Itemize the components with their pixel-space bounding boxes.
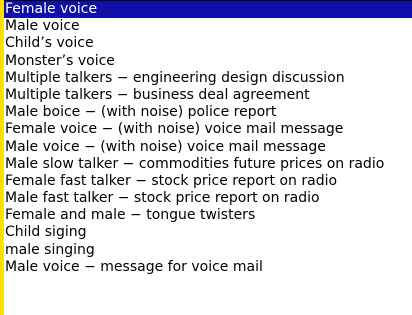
list-item[interactable]: male singing <box>4 242 412 259</box>
list-item[interactable]: Male fast talker − stock price report on… <box>4 190 412 207</box>
list-item-selected[interactable]: Female voice <box>4 1 412 19</box>
list-item[interactable]: Male slow talker − commodities future pr… <box>4 156 412 173</box>
list-item[interactable]: Multiple talkers − engineering design di… <box>4 70 412 87</box>
list-item[interactable]: Male voice − (with noise) voice mail mes… <box>4 139 412 156</box>
list-item[interactable]: Male boice − (with noise) police report <box>4 104 412 121</box>
list-item[interactable]: Male voice − message for voice mail <box>4 259 412 276</box>
list-item[interactable]: Multiple talkers − business deal agreeme… <box>4 87 412 104</box>
list-item[interactable]: Child siging <box>4 224 412 241</box>
list-item[interactable]: Child’s voice <box>4 35 412 52</box>
list-item[interactable]: Monster’s voice <box>4 53 412 70</box>
list-item[interactable]: Female and male − tongue twisters <box>4 207 412 224</box>
voice-sample-listbox[interactable]: Female voice Male voice Child’s voice Mo… <box>4 0 412 315</box>
list-item[interactable]: Female voice − (with noise) voice mail m… <box>4 121 412 138</box>
window-frame: Female voice Male voice Child’s voice Mo… <box>0 0 412 315</box>
list-item[interactable]: Female fast talker − stock price report … <box>4 173 412 190</box>
list-item[interactable]: Male voice <box>4 18 412 35</box>
